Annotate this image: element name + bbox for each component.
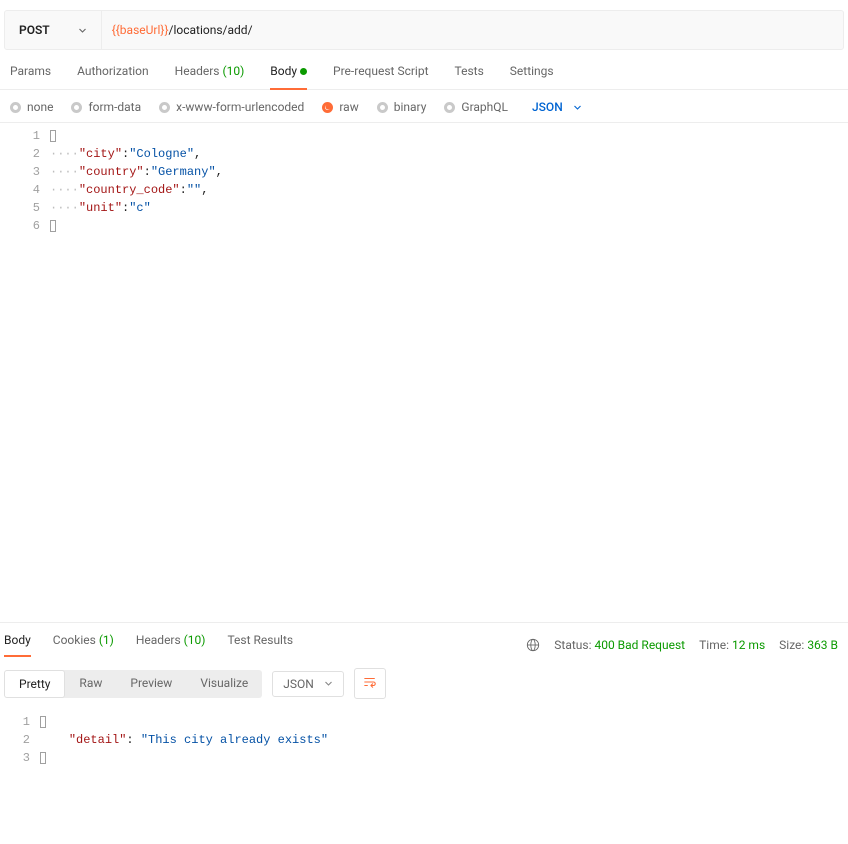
globe-icon[interactable]	[526, 638, 540, 652]
http-method-value: POST	[19, 23, 50, 37]
body-type-row: none form-data x-www-form-urlencoded raw…	[0, 90, 848, 122]
size-value: 363 B	[807, 638, 838, 652]
body-type-none[interactable]: none	[10, 100, 53, 114]
radio-icon	[159, 102, 170, 113]
resp-tab-cookies[interactable]: Cookies (1)	[53, 633, 114, 656]
url-variable: {{baseUrl}}	[112, 23, 169, 37]
request-url-bar: POST {{baseUrl}}/locations/add/	[4, 10, 844, 50]
url-input[interactable]: {{baseUrl}}/locations/add/	[102, 11, 843, 49]
response-body-editor[interactable]: 123 "detail": "This city already exists"	[0, 709, 848, 789]
view-mode-segment: Pretty Raw Preview Visualize	[4, 670, 262, 698]
tab-body[interactable]: Body	[270, 64, 307, 90]
body-format-dropdown[interactable]: JSON	[532, 100, 582, 114]
view-preview[interactable]: Preview	[116, 670, 186, 698]
wrap-lines-button[interactable]	[354, 668, 386, 699]
body-type-formdata[interactable]: form-data	[71, 100, 141, 114]
resp-tab-headers[interactable]: Headers (10)	[136, 633, 206, 656]
line-gutter: 123456	[0, 123, 50, 622]
fold-icon	[40, 716, 46, 728]
request-body-editor[interactable]: 123456 ····"city":"Cologne", ····"countr…	[0, 122, 848, 622]
view-pretty[interactable]: Pretty	[4, 670, 65, 698]
response-tabs: Body Cookies (1) Headers (10) Test Resul…	[4, 633, 293, 656]
tab-tests[interactable]: Tests	[455, 64, 484, 89]
fold-icon	[50, 130, 56, 142]
fold-icon	[40, 752, 46, 764]
tab-params[interactable]: Params	[10, 64, 51, 89]
tab-settings[interactable]: Settings	[510, 64, 554, 89]
body-type-binary[interactable]: binary	[377, 100, 427, 114]
tab-headers[interactable]: Headers (10)	[175, 64, 245, 89]
radio-icon	[444, 102, 455, 113]
body-modified-dot	[300, 68, 307, 75]
headers-count: (10)	[222, 64, 244, 78]
tab-prerequest[interactable]: Pre-request Script	[333, 64, 428, 89]
line-gutter: 123	[0, 709, 40, 789]
status-value: 400 Bad Request	[594, 638, 685, 652]
resp-tab-body[interactable]: Body	[4, 633, 31, 657]
chevron-down-icon	[573, 103, 582, 112]
chevron-down-icon	[324, 679, 333, 688]
code-area[interactable]: ····"city":"Cologne", ····"country":"Ger…	[50, 123, 223, 622]
response-toolbar: Pretty Raw Preview Visualize JSON	[0, 656, 848, 709]
view-visualize[interactable]: Visualize	[186, 670, 262, 698]
wrap-icon	[363, 675, 377, 689]
resp-tab-tests[interactable]: Test Results	[227, 633, 293, 656]
response-format-dropdown[interactable]: JSON	[272, 671, 344, 697]
radio-icon	[71, 102, 82, 113]
chevron-down-icon	[78, 26, 87, 35]
body-type-xwww[interactable]: x-www-form-urlencoded	[159, 100, 304, 114]
view-raw[interactable]: Raw	[65, 670, 116, 698]
request-tabs: Params Authorization Headers (10) Body P…	[0, 50, 848, 90]
body-type-graphql[interactable]: GraphQL	[444, 100, 508, 114]
fold-icon	[50, 220, 56, 232]
code-area[interactable]: "detail": "This city already exists"	[40, 709, 328, 789]
tab-authorization[interactable]: Authorization	[77, 64, 149, 89]
time-value: 12 ms	[732, 638, 765, 652]
response-meta: Status: 400 Bad Request Time: 12 ms Size…	[526, 638, 838, 652]
http-method-dropdown[interactable]: POST	[5, 11, 102, 49]
response-header: Body Cookies (1) Headers (10) Test Resul…	[0, 622, 848, 656]
radio-icon	[10, 102, 21, 113]
radio-icon	[322, 102, 333, 113]
url-path: /locations/add/	[169, 23, 253, 37]
body-type-raw[interactable]: raw	[322, 100, 358, 114]
radio-icon	[377, 102, 388, 113]
